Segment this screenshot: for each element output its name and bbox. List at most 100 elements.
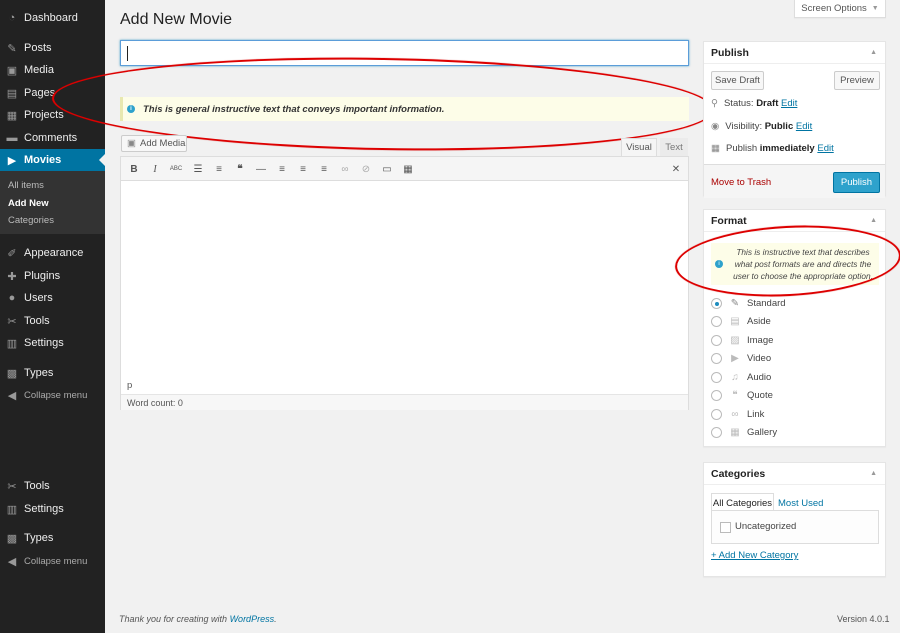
- align-right-icon[interactable]: ≡: [317, 162, 331, 176]
- menu-tools-lower[interactable]: ✂ Tools: [0, 475, 105, 497]
- toolbar-toggle-icon[interactable]: ▦: [401, 162, 415, 176]
- submenu-categories[interactable]: Categories: [8, 215, 54, 226]
- format-label: Quote: [747, 389, 773, 401]
- video-icon: ▶: [731, 352, 739, 364]
- content-editor[interactable]: B I ABC ☰ ≡ ❝ — ≡ ≡ ≡ ∞ ⊘ ▭ ▦ ✕ p Word c…: [120, 156, 689, 410]
- comment-icon: ▬: [6, 132, 18, 144]
- format-option-video[interactable]: ▶ Video: [711, 352, 771, 364]
- radio-standard[interactable]: [711, 297, 722, 309]
- schedule-row: ▦ Publish immediately Edit: [711, 143, 834, 154]
- blockquote-icon[interactable]: ❝: [233, 162, 247, 176]
- read-more-icon[interactable]: ▭: [380, 162, 394, 176]
- status-label: Status:: [723, 98, 754, 109]
- menu-dashboard[interactable]: ◔ Dashboard: [0, 7, 105, 29]
- menu-movies[interactable]: ▶ Movies: [0, 149, 105, 171]
- schedule-value: immediately: [759, 143, 815, 154]
- horizontal-rule-icon[interactable]: —: [254, 162, 268, 176]
- audio-icon: ♫: [731, 371, 739, 383]
- radio-quote[interactable]: [711, 389, 722, 401]
- menu-settings[interactable]: ▥ Settings: [0, 332, 105, 354]
- menu-users[interactable]: ● Users: [0, 287, 105, 309]
- screen-options-button[interactable]: Screen Options ▼: [794, 0, 886, 18]
- format-option-gallery[interactable]: ▦ Gallery: [711, 426, 777, 438]
- numbered-list-icon[interactable]: ≡: [212, 162, 226, 176]
- fullscreen-icon[interactable]: ✕: [669, 162, 683, 176]
- publish-box-title[interactable]: Publish ▲: [704, 42, 885, 64]
- menu-label: Comments: [24, 132, 78, 144]
- format-box-title[interactable]: Format ▲: [704, 210, 885, 232]
- strikethrough-icon[interactable]: ABC: [169, 162, 183, 176]
- bullet-list-icon[interactable]: ☰: [191, 162, 205, 176]
- format-option-standard[interactable]: ✎ Standard: [711, 297, 786, 309]
- link-icon[interactable]: ∞: [338, 162, 352, 176]
- status-row: ⚲ Status: Draft Edit: [711, 98, 797, 109]
- edit-status-link[interactable]: Edit: [781, 98, 797, 109]
- menu-tools[interactable]: ✂ Tools: [0, 310, 105, 332]
- edit-schedule-link[interactable]: Edit: [817, 143, 833, 154]
- format-option-link[interactable]: ∞ Link: [711, 408, 764, 420]
- brush-icon: ✐: [7, 247, 17, 260]
- format-label: Image: [747, 334, 774, 346]
- bold-icon[interactable]: B: [127, 162, 141, 176]
- radio-audio[interactable]: [711, 371, 722, 383]
- publish-button[interactable]: Publish: [833, 172, 880, 193]
- menu-types-lower[interactable]: ▩ Types: [0, 527, 105, 549]
- menu-settings-lower[interactable]: ▥ Settings: [0, 498, 105, 520]
- radio-link[interactable]: [711, 408, 722, 420]
- gallery-icon: ▦: [730, 426, 740, 438]
- align-center-icon[interactable]: ≡: [296, 162, 310, 176]
- format-option-quote[interactable]: ❝ Quote: [711, 389, 773, 401]
- italic-icon[interactable]: I: [148, 162, 162, 176]
- collapse-arrow-icon[interactable]: ▲: [870, 49, 877, 56]
- menu-label: Movies: [24, 154, 62, 166]
- radio-gallery[interactable]: [711, 426, 722, 438]
- menu-label: Settings: [24, 503, 64, 515]
- wrench-icon: ✂: [7, 480, 17, 493]
- radio-video[interactable]: [711, 352, 722, 364]
- link-icon: ∞: [731, 408, 739, 420]
- admin-sidebar: ◔ Dashboard ✎ Posts ▣ Media ▤ Pages ▦ Project…: [0, 0, 105, 633]
- format-option-image[interactable]: ▨ Image: [711, 334, 773, 346]
- pin-icon: ✎: [730, 297, 740, 309]
- menu-pages[interactable]: ▤ Pages: [0, 82, 105, 104]
- menu-comments[interactable]: ▬ Comments: [0, 127, 105, 149]
- submenu-all-items[interactable]: All items: [8, 180, 44, 191]
- version-text: Version 4.0.1: [837, 614, 890, 624]
- tab-text[interactable]: Text: [660, 138, 688, 156]
- tab-visual[interactable]: Visual: [621, 138, 657, 156]
- uncategorized-checkbox[interactable]: [720, 522, 731, 533]
- menu-types[interactable]: ▩ Types: [0, 362, 105, 384]
- menu-plugins[interactable]: ✚ Plugins: [0, 265, 105, 287]
- menu-appearance[interactable]: ✐ Appearance: [0, 242, 105, 264]
- collapse-arrow-icon[interactable]: ▲: [870, 217, 877, 224]
- add-new-category-link[interactable]: + Add New Category: [711, 550, 798, 561]
- collapse-arrow-icon[interactable]: ▲: [870, 470, 877, 477]
- submenu-add-new[interactable]: Add New: [8, 198, 49, 209]
- radio-aside[interactable]: [711, 315, 722, 327]
- edit-visibility-link[interactable]: Edit: [796, 121, 812, 132]
- menu-projects[interactable]: ▦ Projects: [0, 104, 105, 126]
- menu-media[interactable]: ▣ Media: [0, 59, 105, 81]
- post-title-input[interactable]: [120, 40, 689, 66]
- wordpress-link[interactable]: WordPress: [230, 614, 275, 624]
- format-option-audio[interactable]: ♫ Audio: [711, 371, 771, 383]
- add-media-button[interactable]: ▣ Add Media: [121, 135, 187, 152]
- format-label: Video: [747, 352, 772, 364]
- unlink-icon[interactable]: ⊘: [359, 162, 373, 176]
- move-to-trash-link[interactable]: Move to Trash: [711, 177, 771, 188]
- collapse-menu-lower[interactable]: ◀ Collapse menu: [0, 550, 105, 572]
- align-left-icon[interactable]: ≡: [275, 162, 289, 176]
- radio-image[interactable]: [711, 334, 722, 346]
- menu-posts[interactable]: ✎ Posts: [0, 37, 105, 59]
- categories-title-label: Categories: [711, 467, 766, 480]
- format-option-aside[interactable]: ▤ Aside: [711, 315, 771, 327]
- dashboard-icon: ◔: [8, 12, 16, 24]
- plugin-icon: ✚: [7, 270, 17, 283]
- categories-box-title[interactable]: Categories ▲: [704, 463, 885, 485]
- publish-box: Publish ▲ Save Draft Preview ⚲ Status: Dra…: [703, 41, 886, 198]
- aside-icon: ▤: [730, 315, 740, 327]
- collapse-menu[interactable]: ◀ Collapse menu: [0, 384, 105, 406]
- preview-button[interactable]: Preview: [834, 71, 880, 90]
- save-draft-button[interactable]: Save Draft: [711, 71, 764, 90]
- menu-label: Projects: [24, 109, 64, 121]
